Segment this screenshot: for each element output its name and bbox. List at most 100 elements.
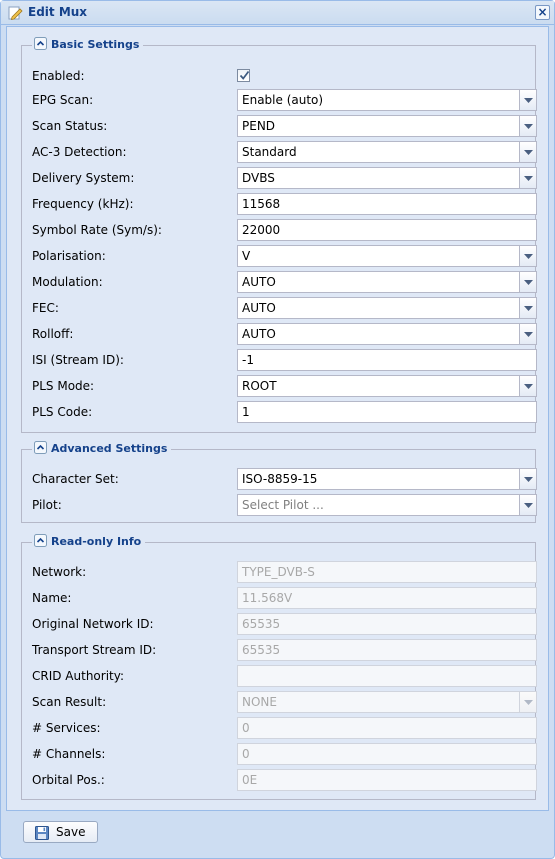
chevron-down-icon[interactable] (519, 376, 536, 396)
isi-label: ISI (Stream ID): (32, 353, 124, 367)
chevron-down-icon[interactable] (519, 469, 536, 489)
scan-status-combo[interactable]: PEND (237, 115, 537, 137)
modulation-combo[interactable]: AUTO (237, 271, 537, 293)
close-icon[interactable]: × (535, 5, 550, 20)
chevron-down-icon[interactable] (519, 142, 536, 162)
charset-value: ISO-8859-15 (242, 472, 318, 486)
onid-label: Original Network ID: (32, 617, 154, 631)
pls-mode-label: PLS Mode: (32, 379, 95, 393)
pilot-row: Pilot: Select Pilot ... (22, 494, 537, 516)
collapse-minus-icon[interactable] (34, 441, 47, 454)
save-label: Save (56, 825, 86, 839)
chevron-down-icon[interactable] (519, 298, 536, 318)
pls-mode-combo[interactable]: ROOT (237, 375, 537, 397)
scan-result-label: Scan Result: (32, 695, 107, 709)
save-button[interactable]: Save (23, 821, 98, 843)
orbital-label: Orbital Pos.: (32, 773, 105, 787)
chevron-down-icon[interactable] (519, 246, 536, 266)
scan-result-row: Scan Result: NONE (22, 691, 537, 713)
chevron-down-icon (519, 692, 536, 712)
polarisation-row: Polarisation: V (22, 245, 537, 267)
scan-status-label: Scan Status: (32, 119, 108, 133)
basic-settings-legend[interactable]: Basic Settings (32, 37, 144, 53)
network-value: TYPE_DVB-S (242, 565, 315, 579)
tsid-label: Transport Stream ID: (32, 643, 157, 657)
scan-result-combo: NONE (237, 691, 537, 713)
network-row: Network: TYPE_DVB-S (22, 561, 537, 583)
fec-combo[interactable]: AUTO (237, 297, 537, 319)
advanced-settings-fieldset: Advanced Settings Character Set: ISO-885… (21, 441, 537, 523)
frequency-input[interactable]: 11568 (237, 193, 537, 215)
window-title: Edit Mux (28, 5, 88, 19)
charset-combo[interactable]: ISO-8859-15 (237, 468, 537, 490)
services-field: 0 (237, 717, 537, 739)
chevron-down-icon[interactable] (519, 90, 536, 110)
collapse-minus-icon[interactable] (34, 534, 47, 547)
epg-scan-row: EPG Scan: Enable (auto) (22, 89, 537, 111)
edit-mux-window: Edit Mux × Basic Settings Enabled: EPG S… (0, 0, 555, 859)
pls-mode-value: ROOT (242, 379, 277, 393)
form-body: Basic Settings Enabled: EPG Scan: Enable… (6, 26, 549, 811)
chevron-down-icon[interactable] (519, 324, 536, 344)
window-titlebar[interactable]: Edit Mux × (1, 1, 554, 25)
frequency-row: Frequency (kHz): 11568 (22, 193, 537, 215)
orbital-field: 0E (237, 769, 537, 791)
readonly-info-legend[interactable]: Read-only Info (32, 534, 146, 550)
pilot-combo[interactable]: Select Pilot ... (237, 494, 537, 516)
tsid-field: 65535 (237, 639, 537, 661)
channels-value: 0 (242, 747, 250, 761)
modulation-row: Modulation: AUTO (22, 271, 537, 293)
ac3-combo[interactable]: Standard (237, 141, 537, 163)
readonly-info-title: Read-only Info (51, 535, 142, 548)
ac3-value: Standard (242, 145, 297, 159)
chevron-down-icon[interactable] (519, 168, 536, 188)
orbital-row: Orbital Pos.: 0E (22, 769, 537, 791)
modulation-value: AUTO (242, 275, 276, 289)
advanced-settings-legend[interactable]: Advanced Settings (32, 441, 172, 457)
pls-code-value: 1 (242, 405, 250, 419)
symbol-rate-input[interactable]: 22000 (237, 219, 537, 241)
name-field: 11.568V (237, 587, 537, 609)
services-row: # Services: 0 (22, 717, 537, 739)
channels-row: # Channels: 0 (22, 743, 537, 765)
pilot-label: Pilot: (32, 498, 62, 512)
scan-status-row: Scan Status: PEND (22, 115, 537, 137)
isi-value: -1 (242, 353, 254, 367)
ac3-row: AC-3 Detection: Standard (22, 141, 537, 163)
chevron-down-icon[interactable] (519, 495, 536, 515)
delivery-combo[interactable]: DVBS (237, 167, 537, 189)
fec-value: AUTO (242, 301, 276, 315)
chevron-down-icon[interactable] (519, 272, 536, 292)
advanced-settings-title: Advanced Settings (51, 442, 168, 455)
readonly-info-fieldset: Read-only Info Network: TYPE_DVB-S Name:… (21, 534, 537, 800)
charset-label: Character Set: (32, 472, 119, 486)
tsid-value: 65535 (242, 643, 281, 657)
services-label: # Services: (32, 721, 101, 735)
network-label: Network: (32, 565, 87, 579)
polarisation-combo[interactable]: V (237, 245, 537, 267)
enabled-checkbox[interactable] (237, 69, 250, 82)
collapse-minus-icon[interactable] (34, 37, 47, 50)
edit-pencil-icon (7, 5, 23, 21)
pls-code-input[interactable]: 1 (237, 401, 537, 423)
charset-row: Character Set: ISO-8859-15 (22, 468, 537, 490)
pilot-placeholder: Select Pilot ... (242, 498, 324, 512)
isi-input[interactable]: -1 (237, 349, 537, 371)
epg-scan-label: EPG Scan: (32, 93, 94, 107)
onid-row: Original Network ID: 65535 (22, 613, 537, 635)
ac3-label: AC-3 Detection: (32, 145, 127, 159)
fec-label: FEC: (32, 301, 59, 315)
pls-code-row: PLS Code: 1 (22, 401, 537, 423)
rolloff-combo[interactable]: AUTO (237, 323, 537, 345)
window-footer: Save (6, 813, 549, 855)
checkmark-icon (239, 70, 250, 80)
channels-field: 0 (237, 743, 537, 765)
epg-scan-combo[interactable]: Enable (auto) (237, 89, 537, 111)
enabled-label: Enabled: (32, 69, 85, 83)
enabled-row: Enabled: (22, 65, 537, 87)
chevron-down-icon[interactable] (519, 116, 536, 136)
polarisation-value: V (242, 249, 251, 263)
crid-row: CRID Authority: (22, 665, 537, 687)
basic-settings-title: Basic Settings (51, 38, 140, 51)
name-row: Name: 11.568V (22, 587, 537, 609)
